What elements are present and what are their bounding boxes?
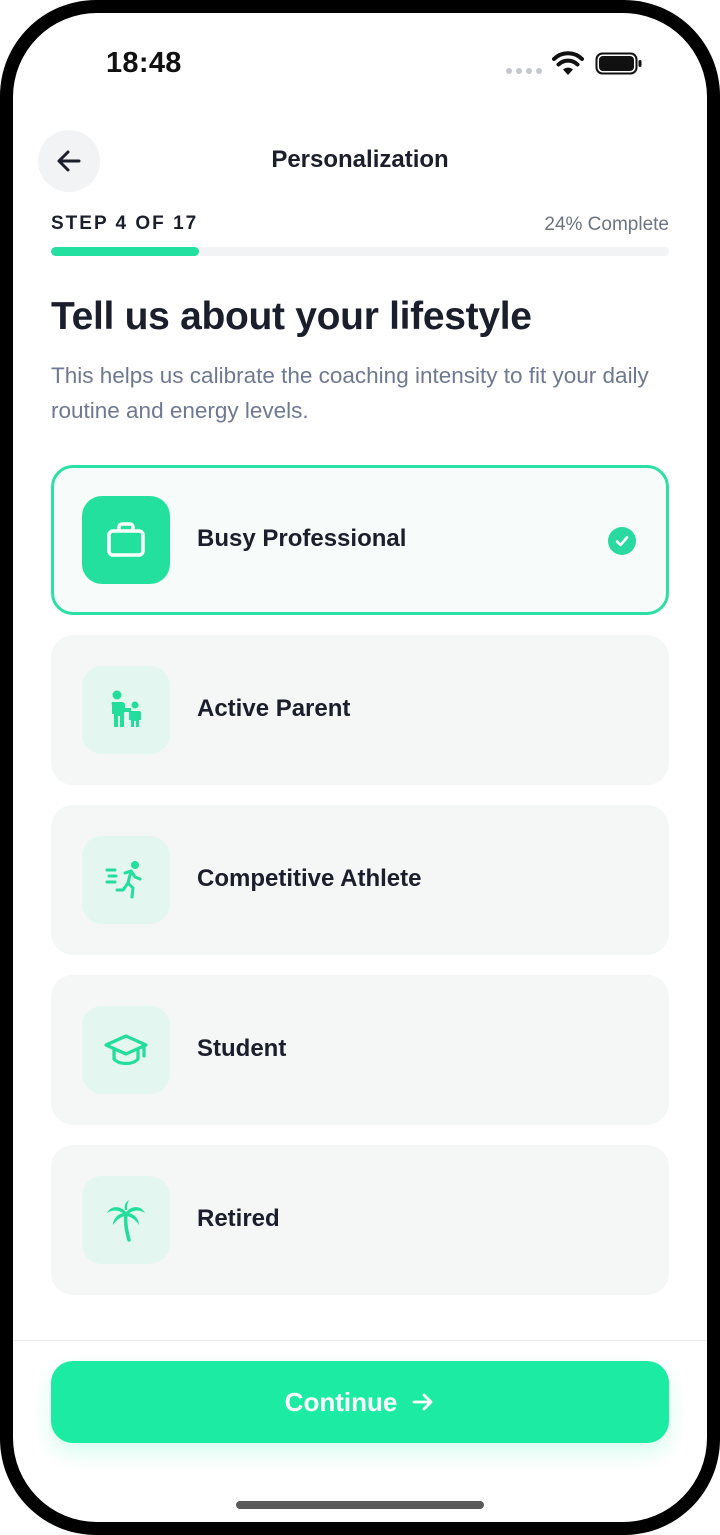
- parent-child-icon: [82, 666, 170, 754]
- option-label: Busy Professional: [197, 525, 407, 552]
- app-screen: 18:48 Personalization STEP 4 OF 17 24% C…: [13, 13, 707, 1522]
- briefcase-icon: [82, 496, 170, 584]
- check-circle-icon: [608, 527, 636, 555]
- arrow-right-icon: [412, 1393, 433, 1411]
- running-person-icon: [82, 836, 170, 924]
- home-indicator: [236, 1501, 484, 1509]
- option-retired[interactable]: Retired: [51, 1145, 669, 1295]
- graduation-cap-icon: [82, 1006, 170, 1094]
- step-indicator: STEP 4 OF 17: [51, 213, 199, 234]
- palm-tree-icon: [82, 1176, 170, 1264]
- option-student[interactable]: Student: [51, 975, 669, 1125]
- question-subtitle: This helps us calibrate the coaching int…: [51, 363, 649, 423]
- lifestyle-options: Busy Professional Active Parent Competit…: [51, 465, 669, 1315]
- continue-label: Continue: [284, 1386, 398, 1417]
- option-label: Competitive Athlete: [197, 865, 422, 892]
- option-label: Retired: [197, 1205, 280, 1232]
- question-heading: Tell us about your lifestyle: [51, 295, 532, 338]
- continue-button[interactable]: Continue: [51, 1361, 669, 1443]
- battery-icon: [595, 52, 642, 75]
- wifi-icon: [552, 51, 584, 75]
- option-label: Student: [197, 1035, 287, 1062]
- option-busy-professional[interactable]: Busy Professional: [51, 465, 669, 615]
- footer-divider: [13, 1340, 707, 1341]
- device-frame: 18:48 Personalization STEP 4 OF 17 24% C…: [0, 0, 720, 1535]
- cellular-signal-icon: [506, 68, 542, 74]
- progress-bar-fill: [51, 247, 200, 256]
- progress-percent-label: 24% Complete: [544, 214, 669, 235]
- option-label: Active Parent: [197, 695, 351, 722]
- option-active-parent[interactable]: Active Parent: [51, 635, 669, 785]
- status-time: 18:48: [106, 47, 182, 79]
- option-competitive-athlete[interactable]: Competitive Athlete: [51, 805, 669, 955]
- progress-bar: [51, 247, 669, 256]
- page-title: Personalization: [271, 146, 449, 173]
